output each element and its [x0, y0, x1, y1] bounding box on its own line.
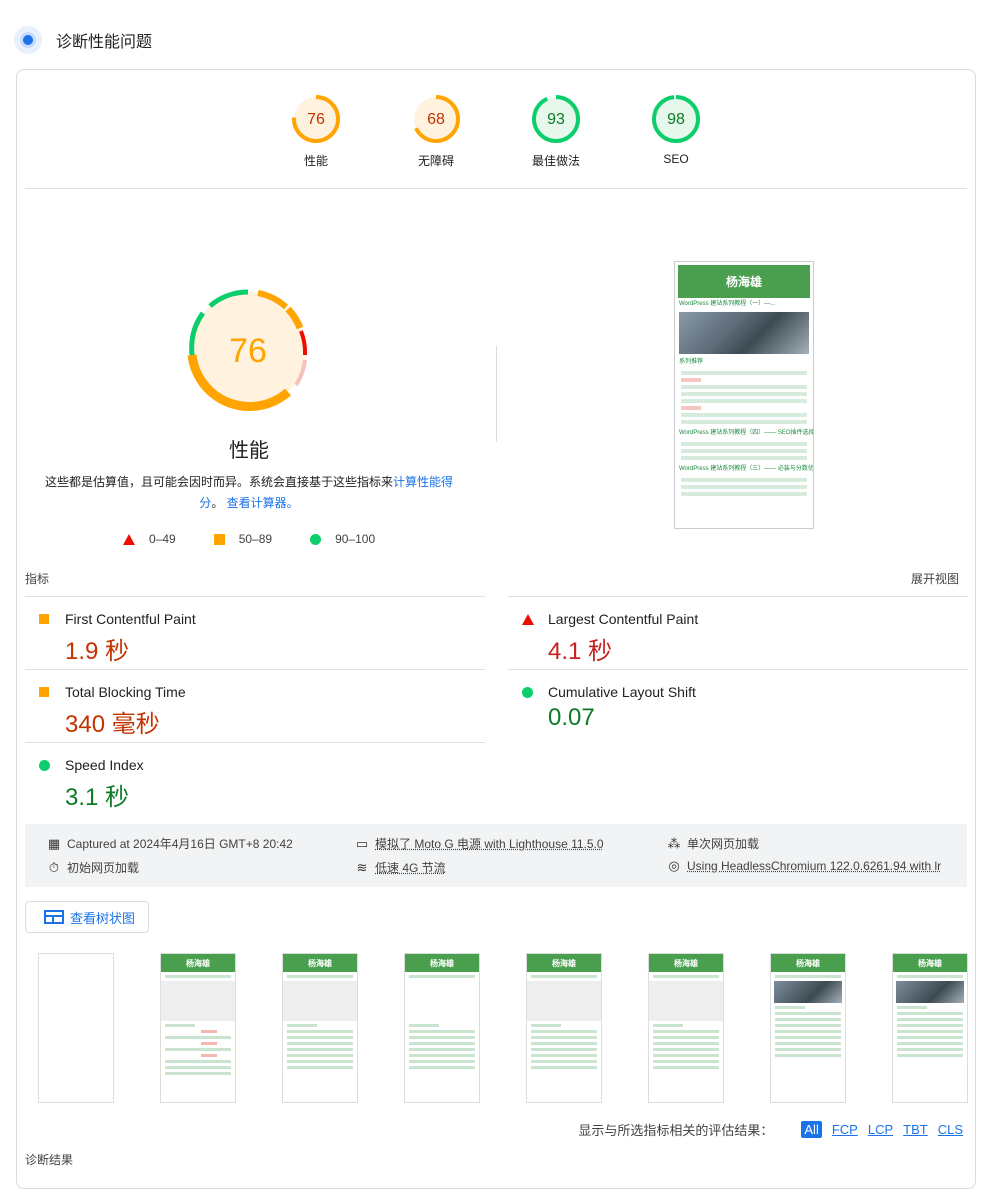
view-calculator-link[interactable]: 查看计算器 — [227, 496, 287, 510]
filter-chip-cls[interactable]: CLS — [938, 1122, 963, 1137]
gauge-score: 68 — [427, 111, 445, 128]
metric-name: Cumulative Layout Shift — [548, 684, 696, 700]
nodes-icon: ⁂ — [667, 837, 681, 851]
metric-tbt: Total Blocking Time 340 毫秒 — [25, 669, 485, 742]
filmstrip-frame: 杨海雄 — [770, 953, 846, 1103]
post-title: WordPress 建站系列教程（一）—... — [675, 298, 813, 310]
filmstrip: 杨海雄 杨海雄 杨海雄 杨海雄 杨海雄 杨海雄 杨海雄 — [38, 953, 968, 1105]
wifi-icon: ≋ — [355, 861, 369, 875]
gauge-seo[interactable]: 98 SEO — [647, 94, 705, 169]
filter-chip-lcp[interactable]: LCP — [868, 1122, 893, 1137]
category-gauges: 76 性能 68 无障碍 93 最佳做法 98 SEO — [17, 94, 975, 169]
runtime-device[interactable]: ▭ 模拟了 Moto G 电源 with Lighthouse 11.5.0 — [355, 835, 604, 852]
filter-chip-all[interactable]: All — [801, 1121, 821, 1138]
runtime-session: ⁂ 单次网页加载 — [667, 835, 759, 852]
expand-view-toggle[interactable]: 展开视图 — [911, 570, 959, 587]
metric-name: Largest Contentful Paint — [548, 611, 698, 627]
filmstrip-frame: 杨海雄 — [282, 953, 358, 1103]
gauge-score: 93 — [547, 111, 565, 128]
metric-name: Speed Index — [65, 757, 144, 773]
gauge-label: 无障碍 — [418, 152, 454, 169]
filter-chip-fcp[interactable]: FCP — [832, 1122, 858, 1137]
diagnose-icon — [14, 26, 42, 54]
filmstrip-frame: 杨海雄 — [648, 953, 724, 1103]
runtime-browser[interactable]: ◎ Using HeadlessChromium 122.0.6261.94 wi… — [667, 859, 941, 873]
diagnostics-label: 诊断结果 — [25, 1151, 73, 1168]
audit-filter: 显示与所选指标相关的评估结果： All FCP LCP TBT CLS — [578, 1120, 963, 1139]
gauge-accessibility[interactable]: 68 无障碍 — [407, 94, 465, 169]
gauge-best-practices[interactable]: 93 最佳做法 — [527, 94, 585, 169]
treemap-icon — [44, 910, 64, 924]
final-screenshot[interactable]: 杨海雄 WordPress 建站系列教程（一）—... 系列推荐 WordPre… — [674, 261, 814, 529]
metric-value: 0.07 — [548, 704, 595, 732]
metric-value: 340 毫秒 — [65, 704, 160, 739]
report-card: 76 性能 68 无障碍 93 最佳做法 98 SEO 76 性能 这些都是估算… — [16, 69, 976, 1189]
recommend-label: 系列推荐 — [675, 356, 813, 368]
filmstrip-frame: 杨海雄 — [526, 953, 602, 1103]
score-legend: 0–49 50–89 90–100 — [123, 532, 413, 546]
metric-fcp: First Contentful Paint 1.9 秒 — [25, 596, 485, 669]
gauge-score: 76 — [307, 111, 325, 128]
performance-title: 性能 — [17, 434, 481, 463]
filmstrip-frame — [38, 953, 114, 1103]
pass-circle-icon — [522, 687, 533, 698]
timer-icon: ⏱ — [47, 861, 61, 875]
pass-circle-icon — [39, 760, 50, 771]
divider — [25, 188, 967, 189]
gauge-label: 最佳做法 — [532, 152, 580, 169]
filter-chip-tbt[interactable]: TBT — [903, 1122, 928, 1137]
gauge-label: SEO — [663, 152, 688, 166]
runtime-throttling[interactable]: ≋ 低速 4G 节流 — [355, 859, 446, 876]
section-header: 诊断性能问题 — [14, 26, 152, 54]
metric-cls: Cumulative Layout Shift 0.07 — [508, 669, 968, 742]
divider-vertical — [496, 346, 497, 442]
gauge-ring: 98 — [651, 94, 701, 144]
runtime-initial-load: ⏱ 初始网页加载 — [47, 859, 139, 876]
pass-circle-icon — [310, 534, 321, 545]
metric-name: Total Blocking Time — [65, 684, 186, 700]
site-header: 杨海雄 — [678, 265, 810, 298]
filter-label: 显示与所选指标相关的评估结果： — [578, 1120, 773, 1139]
button-label: 查看树状图 — [70, 908, 135, 927]
section-title: 诊断性能问题 — [56, 28, 152, 52]
gauge-ring: 76 — [291, 94, 341, 144]
runtime-captured: ▦ Captured at 2024年4月16日 GMT+8 20:42 — [47, 835, 293, 852]
view-treemap-button[interactable]: 查看树状图 — [25, 901, 149, 933]
estimate-note: 这些都是估算值，且可能会因时而异。系统会直接基于这些指标来计算性能得分。 查看计… — [41, 472, 457, 514]
gauge-performance[interactable]: 76 性能 — [287, 94, 345, 169]
post-image — [679, 312, 809, 354]
device-icon: ▭ — [355, 837, 369, 851]
post-title: WordPress 建站系列教程（四）—— SEO插件选择 — [675, 427, 813, 439]
average-square-icon — [39, 614, 49, 624]
gauge-ring: 93 — [531, 94, 581, 144]
metric-value: 3.1 秒 — [65, 777, 129, 812]
average-square-icon — [214, 534, 225, 545]
gauge-ring: 68 — [411, 94, 461, 144]
post-title: WordPress 建站系列教程（三）—— 必装与分数优... — [675, 463, 813, 475]
metric-lcp: Largest Contentful Paint 4.1 秒 — [508, 596, 968, 669]
runtime-settings: ▦ Captured at 2024年4月16日 GMT+8 20:42 ▭ 模拟了… — [25, 824, 967, 887]
fail-triangle-icon — [123, 534, 135, 545]
filmstrip-frame: 杨海雄 — [160, 953, 236, 1103]
gauge-label: 性能 — [304, 152, 328, 169]
metric-value: 4.1 秒 — [548, 631, 612, 666]
metric-si: Speed Index 3.1 秒 — [25, 742, 485, 815]
filmstrip-frame: 杨海雄 — [404, 953, 480, 1103]
metric-name: First Contentful Paint — [65, 611, 196, 627]
metrics-label: 指标 — [25, 570, 49, 587]
metric-value: 1.9 秒 — [65, 631, 129, 666]
chrome-icon: ◎ — [667, 859, 681, 873]
calendar-icon: ▦ — [47, 837, 61, 851]
performance-score: 76 — [229, 332, 267, 370]
average-square-icon — [39, 687, 49, 697]
gauge-score: 98 — [667, 111, 685, 128]
filmstrip-frame: 杨海雄 — [892, 953, 968, 1103]
fail-triangle-icon — [522, 614, 534, 625]
performance-gauge-large: 76 — [183, 285, 313, 415]
